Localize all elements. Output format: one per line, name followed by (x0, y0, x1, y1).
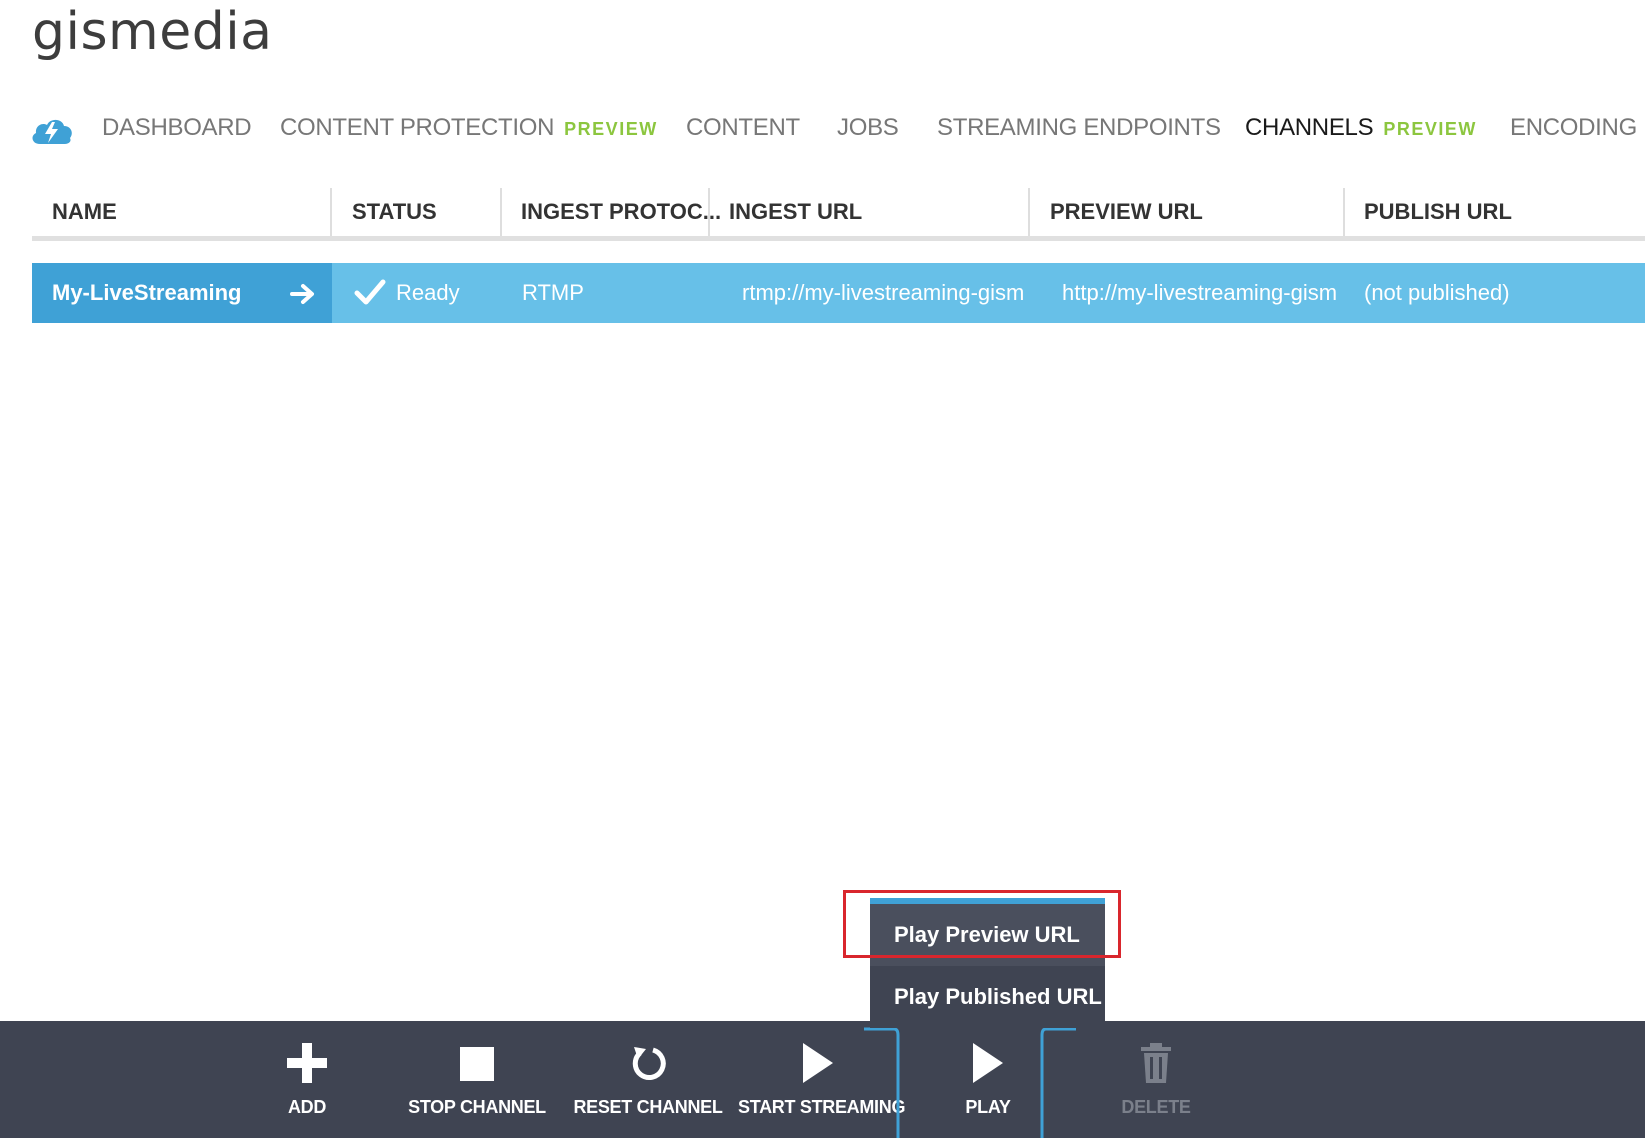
add-label: ADD (287, 1097, 327, 1117)
nav-label: STREAMING ENDPOINTS (937, 114, 1221, 141)
channel-name[interactable]: My-LiveStreaming (52, 263, 242, 323)
nav-content[interactable]: CONTENT (686, 114, 800, 142)
channel-status: Ready (396, 280, 460, 305)
col-header-name[interactable]: NAME (52, 188, 117, 236)
channel-ingest-protocol: RTMP (522, 280, 584, 305)
column-divider[interactable] (330, 188, 332, 236)
channel-publish-url: (not published) (1364, 280, 1510, 305)
stop-channel-label: STOP CHANNEL (408, 1097, 546, 1117)
nav-channels[interactable]: CHANNELS PREVIEW (1245, 114, 1477, 142)
nav-jobs[interactable]: JOBS (837, 114, 899, 142)
col-header-preview-url[interactable]: PREVIEW URL (1050, 188, 1203, 236)
top-nav: DASHBOARD CONTENT PROTECTION PREVIEW CONT… (30, 110, 1645, 152)
table-row[interactable]: My-LiveStreaming Ready RTMP rtmp://my-li… (32, 263, 1645, 323)
start-streaming-button[interactable]: START STREAMING (738, 1021, 906, 1138)
preview-badge: PREVIEW (564, 119, 658, 139)
reset-channel-button[interactable]: RESET CHANNEL (568, 1021, 728, 1138)
stop-channel-button[interactable]: STOP CHANNEL (398, 1021, 556, 1138)
play-preview-url-item[interactable]: Play Preview URL (870, 904, 1105, 966)
channel-ingest-url: rtmp://my-livestreaming-gism (742, 280, 1025, 305)
nav-label: CONTENT PROTECTION (280, 114, 555, 141)
col-header-status[interactable]: STATUS (352, 188, 437, 236)
channel-preview-url: http://my-livestreaming-gism (1062, 280, 1338, 305)
nav-encoding[interactable]: ENCODING (1510, 114, 1637, 142)
nav-label: CHANNELS (1245, 114, 1374, 141)
play-button[interactable]: PLAY (908, 1021, 1068, 1138)
play-label: PLAY (965, 1097, 1011, 1117)
stop-icon (460, 1047, 494, 1081)
col-header-publish-url[interactable]: PUBLISH URL (1364, 188, 1512, 236)
col-header-ingest-protocol[interactable]: INGEST PROTOC... (521, 188, 721, 236)
column-divider[interactable] (708, 188, 710, 236)
nav-label: CONTENT (686, 114, 800, 141)
app-title: gismedia (32, 2, 273, 62)
column-divider[interactable] (1028, 188, 1030, 236)
column-divider[interactable] (500, 188, 502, 236)
col-header-ingest-url[interactable]: INGEST URL (729, 188, 862, 236)
add-button[interactable]: ADD (247, 1021, 367, 1138)
arrow-right-icon[interactable] (290, 283, 316, 305)
checkmark-icon (354, 279, 386, 305)
reset-channel-label: RESET CHANNEL (573, 1097, 723, 1117)
play-published-url-item[interactable]: Play Published URL (870, 966, 1105, 1028)
nav-label: ENCODING (1510, 114, 1637, 141)
nav-dashboard[interactable]: DASHBOARD (102, 114, 252, 142)
play-icon (973, 1043, 1003, 1083)
header-underline (32, 236, 1645, 241)
delete-button[interactable]: DELETE (1096, 1021, 1216, 1138)
command-bar: ADD STOP CHANNEL RESET CHANNEL START STR… (0, 1021, 1645, 1138)
preview-badge: PREVIEW (1383, 119, 1477, 139)
play-icon (803, 1043, 833, 1083)
nav-label: DASHBOARD (102, 114, 252, 141)
grid-header: NAME STATUS INGEST PROTOC... INGEST URL … (32, 188, 1645, 241)
reset-icon (632, 1047, 666, 1080)
nav-content-protection[interactable]: CONTENT PROTECTION PREVIEW (280, 114, 658, 142)
column-divider[interactable] (1343, 188, 1345, 236)
delete-label: DELETE (1121, 1097, 1191, 1117)
plus-icon (287, 1043, 327, 1083)
media-services-logo-icon[interactable] (30, 116, 74, 146)
play-menu: Play Preview URL Play Published URL (870, 898, 1105, 1028)
nav-label: JOBS (837, 114, 899, 141)
name-cell[interactable]: My-LiveStreaming (32, 263, 332, 323)
nav-streaming-endpoints[interactable]: STREAMING ENDPOINTS (937, 114, 1221, 142)
start-streaming-label: START STREAMING (738, 1097, 906, 1117)
trash-icon (1141, 1043, 1171, 1083)
